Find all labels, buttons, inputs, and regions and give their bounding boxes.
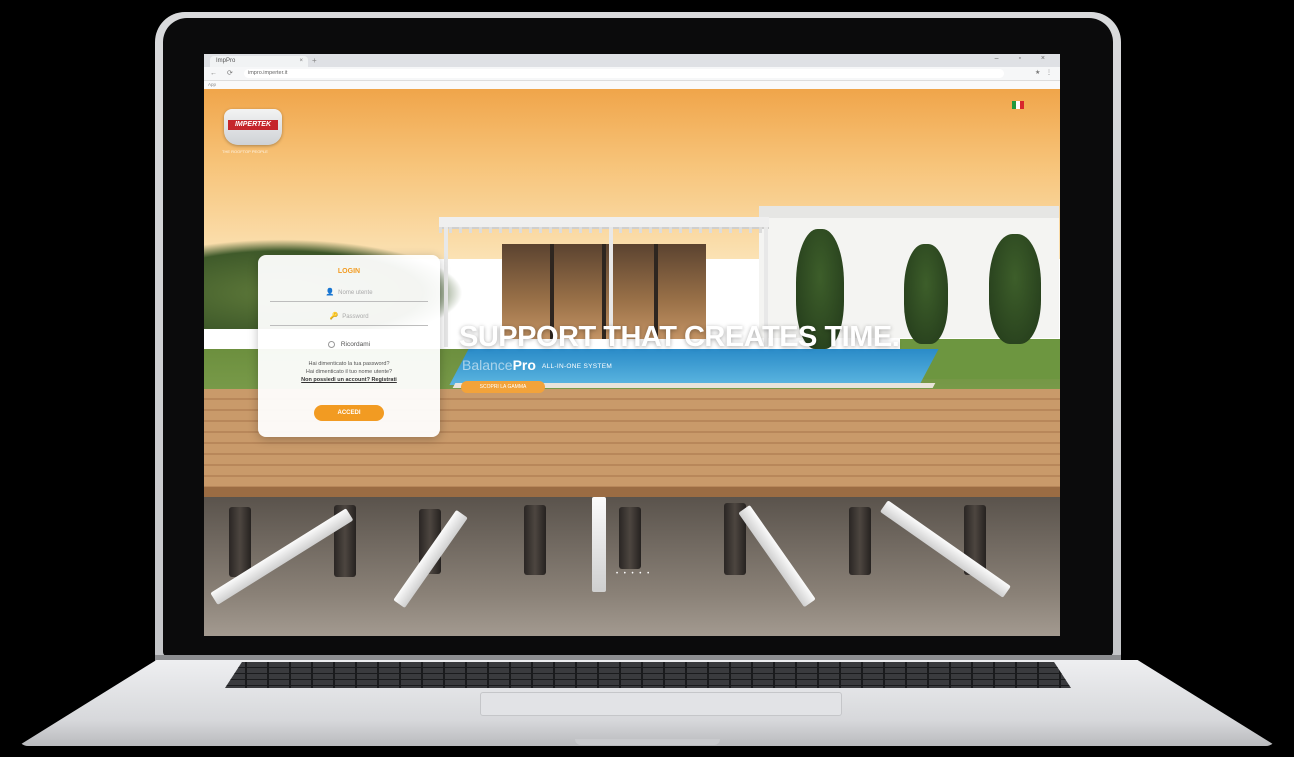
- site-logo[interactable]: IMPERTEK: [224, 109, 282, 145]
- window-controls[interactable]: – ▫ ×: [995, 55, 1054, 62]
- forgot-username-link[interactable]: Hai dimenticato il tuo nome utente?: [266, 368, 432, 376]
- close-tab-icon[interactable]: ×: [299, 56, 303, 67]
- deck-joist: [592, 497, 606, 592]
- hero-headline: SUPPORT THAT CREATES TIME.: [459, 321, 900, 353]
- address-bar: ← ⟳ impro.imperter.it ★ ⋮: [204, 67, 1060, 81]
- pedestal: [229, 507, 251, 577]
- house-roof: [759, 206, 1059, 218]
- logo-tagline: THE ROOFTOP PEOPLE: [222, 149, 268, 154]
- login-title: LOGIN: [337, 268, 361, 275]
- key-icon: 🔑: [329, 313, 339, 320]
- cypress-tree: [989, 234, 1041, 344]
- url-input[interactable]: impro.imperter.it: [244, 69, 1004, 78]
- lid-notch: [575, 739, 720, 745]
- new-tab-button[interactable]: +: [312, 56, 322, 66]
- deck-substructure: [204, 497, 1060, 636]
- password-field[interactable]: 🔑 Password: [270, 309, 428, 326]
- remember-label: Ricordami: [340, 341, 371, 349]
- browser-tab[interactable]: ImpPro ×: [210, 56, 308, 67]
- keyboard-rows: [225, 662, 1071, 688]
- user-icon: 👤: [325, 289, 335, 296]
- pergola-slats: [439, 227, 769, 233]
- product-name-bold: Pro: [512, 357, 536, 373]
- password-placeholder: Password: [342, 314, 369, 320]
- product-tagline: ALL-IN-ONE SYSTEM: [541, 362, 613, 370]
- login-panel: LOGIN 👤 Nome utente 🔑 Password Ricordami H…: [258, 255, 440, 437]
- login-help: Hai dimenticato la tua password? Hai dim…: [266, 360, 432, 384]
- web-page: IMPERTEK THE ROOFTOP PEOPLE LOGIN 👤 Nome …: [204, 89, 1060, 636]
- product-name: BalancePro ALL-IN-ONE SYSTEM: [462, 357, 612, 373]
- discover-range-button[interactable]: SCOPRI LA GAMMA: [461, 381, 545, 393]
- remember-checkbox[interactable]: [327, 341, 335, 348]
- username-field[interactable]: 👤 Nome utente: [270, 285, 428, 302]
- pedestal: [619, 507, 641, 569]
- pergola-post: [444, 227, 448, 347]
- tab-bar: ImpPro × + – ▫ ×: [204, 54, 1060, 67]
- deck-edge: [204, 487, 1060, 497]
- register-link[interactable]: Non possiedi un account? Registrati: [266, 376, 432, 384]
- forgot-password-link[interactable]: Hai dimenticato la tua password?: [266, 360, 432, 368]
- deck-joist: [738, 504, 816, 608]
- login-button[interactable]: ACCEDI: [314, 405, 384, 421]
- laptop-trackpad: [480, 692, 842, 716]
- extension-icons[interactable]: ★ ⋮: [1035, 69, 1054, 76]
- pedestal: [849, 507, 871, 575]
- bookmarks-bar: App: [204, 81, 1060, 89]
- bookmark-apps[interactable]: App: [208, 82, 216, 87]
- italian-flag-icon[interactable]: [1012, 101, 1024, 109]
- browser-window: ImpPro × + – ▫ × ← ⟳ impro.imperter.it ★…: [204, 54, 1060, 636]
- nav-buttons[interactable]: ← ⟳: [210, 69, 237, 77]
- username-placeholder: Nome utente: [338, 290, 373, 296]
- pedestal: [524, 505, 546, 575]
- product-name-light: Balance: [462, 357, 513, 373]
- slider-dots[interactable]: • • • • •: [616, 571, 651, 577]
- logo-wordmark: IMPERTEK: [228, 120, 278, 130]
- deck-joist: [879, 500, 1011, 598]
- remember-me-toggle[interactable]: Ricordami: [258, 341, 440, 348]
- tab-title: ImpPro: [216, 58, 236, 64]
- cypress-tree: [904, 244, 948, 344]
